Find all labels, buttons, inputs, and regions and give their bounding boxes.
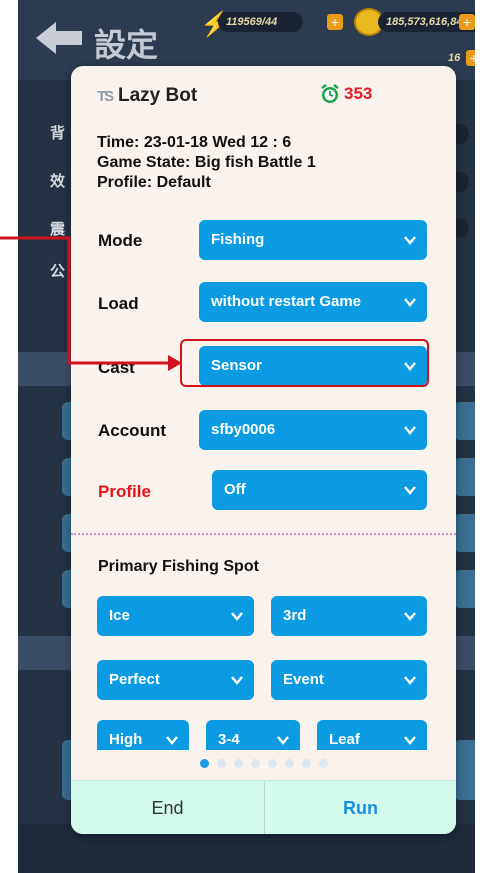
end-button[interactable]: End — [71, 781, 264, 834]
page-dot[interactable] — [233, 759, 243, 768]
info-profile: Profile: Default — [97, 174, 211, 191]
add-energy-button[interactable]: + — [327, 14, 343, 30]
page-indicator — [71, 755, 456, 773]
cast-highlight-box — [180, 339, 429, 387]
load-select[interactable]: without restart Game — [199, 282, 427, 322]
game-title: 設定 — [94, 26, 159, 64]
spot-location-select[interactable]: Ice — [97, 596, 254, 636]
mode-label: Mode — [98, 231, 143, 250]
lazy-bot-logo-icon: TS — [97, 88, 114, 105]
section-divider — [71, 533, 456, 535]
lazy-bot-dialog: TS Lazy Bot 353 Time: 23-01-18 Wed 12 : … — [71, 66, 456, 834]
settings-tab-5[interactable] — [454, 402, 475, 440]
spot-quality-select[interactable]: Perfect — [97, 660, 254, 700]
info-game-state: Game State: Big fish Battle 1 — [97, 154, 316, 171]
energy-counter: 119569/44 — [218, 12, 304, 32]
add-coin-button[interactable]: + — [459, 14, 475, 30]
page-dot[interactable] — [199, 759, 209, 768]
run-button[interactable]: Run — [265, 781, 456, 834]
profile-label: Profile — [98, 482, 151, 501]
chevron-down-icon — [231, 612, 243, 621]
spot-bait-select[interactable]: Leaf — [317, 720, 427, 750]
spot-level-select[interactable]: High — [97, 720, 189, 750]
page-dot[interactable] — [301, 759, 311, 768]
settings-tab-6[interactable] — [454, 458, 475, 496]
dialog-footer: End Run — [71, 780, 456, 834]
mode-select[interactable]: Fishing — [199, 220, 427, 260]
page-dot[interactable] — [284, 759, 294, 768]
load-label: Load — [98, 294, 139, 313]
settings-tab-7[interactable] — [454, 514, 475, 552]
chevron-down-icon — [404, 612, 416, 621]
account-label: Account — [98, 421, 166, 440]
chevron-down-icon — [277, 736, 289, 745]
chevron-down-icon — [231, 676, 243, 685]
chevron-down-icon — [404, 298, 416, 307]
chevron-down-icon — [166, 736, 178, 745]
chevron-down-icon — [404, 736, 416, 745]
spot-type-select[interactable]: Event — [271, 660, 427, 700]
section-title: Primary Fishing Spot — [98, 558, 259, 575]
side-label-4: 公 — [50, 262, 66, 280]
cast-label: Cast — [98, 358, 135, 377]
side-label-1: 背 — [50, 124, 66, 142]
dialog-title: Lazy Bot — [118, 85, 198, 106]
spot-rank-select[interactable]: 3rd — [271, 596, 427, 636]
back-arrow-icon[interactable] — [32, 18, 86, 58]
settings-tab-10[interactable] — [454, 740, 475, 800]
info-time: Time: 23-01-18 Wed 12 : 6 — [97, 134, 292, 151]
account-select[interactable]: sfby0006 — [199, 410, 427, 450]
add-gem-button[interactable]: + — [466, 50, 475, 66]
side-label-2: 效 — [50, 172, 66, 190]
chevron-down-icon — [404, 426, 416, 435]
chevron-down-icon — [404, 676, 416, 685]
chevron-down-icon — [404, 486, 416, 495]
profile-select[interactable]: Off — [212, 470, 427, 510]
page-dot[interactable] — [267, 759, 277, 768]
settings-tab-8[interactable] — [454, 570, 475, 608]
page-dot[interactable] — [216, 759, 226, 768]
page-dot[interactable] — [250, 759, 260, 768]
side-label-3: 震 — [50, 220, 66, 238]
alarm-clock-icon — [321, 84, 339, 103]
spot-range-select[interactable]: 3-4 — [206, 720, 300, 750]
chevron-down-icon — [404, 236, 416, 245]
gem-counter: 16 — [448, 52, 461, 64]
countdown-timer: 353 — [344, 84, 373, 103]
page-dot[interactable] — [318, 759, 328, 768]
